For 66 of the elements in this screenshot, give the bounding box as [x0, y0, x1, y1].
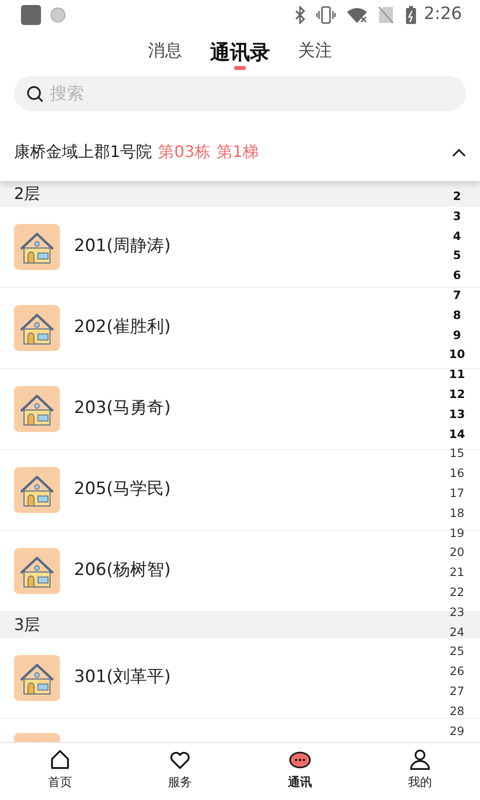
- index-letter[interactable]: 3: [452, 206, 461, 227]
- nav-tab[interactable]: 首页: [0, 743, 120, 800]
- search-field[interactable]: 搜索: [14, 76, 466, 111]
- community-name: 康桥金域上郡1号院: [14, 141, 152, 163]
- nav-tab[interactable]: 通讯: [240, 743, 360, 800]
- index-letter[interactable]: 11: [448, 365, 465, 385]
- index-letter[interactable]: 15: [450, 444, 464, 464]
- house-icon: [14, 655, 60, 701]
- index-letter[interactable]: 18: [450, 504, 464, 524]
- house-icon: [14, 548, 60, 594]
- tab[interactable]: 关注: [294, 36, 336, 68]
- room-row[interactable]: 301(刘革平): [0, 638, 436, 718]
- index-letter[interactable]: 26: [450, 662, 464, 682]
- unit-label: 第1梯: [216, 141, 259, 163]
- index-letter[interactable]: 6: [452, 266, 461, 286]
- house-icon: [14, 386, 60, 432]
- index-letter[interactable]: 20: [450, 543, 464, 564]
- app-icon: [20, 4, 42, 26]
- chat-bubble-icon: [289, 749, 311, 771]
- room-row[interactable]: 206(杨树智): [0, 531, 436, 611]
- index-letter[interactable]: 29: [450, 722, 464, 742]
- floor-header: 3层: [14, 615, 40, 634]
- index-letter[interactable]: 19: [450, 524, 464, 544]
- app-icon: [50, 7, 66, 23]
- index-letter[interactable]: 14: [448, 424, 465, 444]
- building-label: 第03栋: [158, 141, 211, 163]
- index-letter[interactable]: 4: [452, 226, 461, 246]
- room-row[interactable]: 205(马学民): [0, 450, 436, 530]
- index-letter[interactable]: 27: [450, 682, 464, 702]
- index-letter[interactable]: 5: [452, 246, 461, 266]
- house-icon: [14, 224, 60, 270]
- nav-tab[interactable]: 服务: [120, 743, 240, 800]
- home-icon: [49, 749, 71, 771]
- bluetooth-icon: [294, 6, 306, 24]
- chevron-icon[interactable]: [452, 148, 466, 156]
- nav-tab[interactable]: 我的: [360, 743, 480, 800]
- house-icon: [14, 305, 60, 351]
- battery-icon: [406, 6, 416, 24]
- index-letter[interactable]: 13: [448, 404, 465, 425]
- index-letter[interactable]: 28: [450, 702, 464, 722]
- person-icon: [409, 749, 431, 771]
- index-letter[interactable]: 9: [452, 326, 461, 346]
- index-letter[interactable]: 21: [450, 563, 464, 583]
- index-letter[interactable]: 24: [450, 622, 464, 642]
- index-letter[interactable]: 8: [452, 306, 461, 326]
- index-letter[interactable]: 10: [448, 345, 465, 366]
- floor-header: 2层: [14, 184, 40, 203]
- index-letter[interactable]: 16: [450, 464, 464, 484]
- room-row[interactable]: 201(周静涛): [0, 207, 436, 287]
- room-row[interactable]: 202(崔胜利): [0, 288, 436, 368]
- index-letter[interactable]: 17: [450, 484, 464, 504]
- index-letter[interactable]: 2: [452, 187, 461, 207]
- wifi-icon: [346, 6, 368, 24]
- heart-icon: [169, 749, 191, 771]
- tab[interactable]: 通讯录: [206, 36, 274, 68]
- house-icon: [14, 467, 60, 513]
- no-sim-icon: [378, 6, 394, 24]
- tab[interactable]: 消息: [144, 36, 186, 68]
- index-letter[interactable]: 7: [452, 286, 461, 306]
- vibrate-icon: [316, 6, 336, 24]
- index-letter[interactable]: 23: [450, 602, 464, 623]
- index-letter[interactable]: 22: [450, 582, 464, 603]
- room-row[interactable]: 203(马勇奇): [0, 369, 436, 449]
- index-letter[interactable]: 25: [450, 642, 464, 662]
- index-letter[interactable]: 12: [448, 384, 465, 405]
- clock-text: 2:26: [424, 3, 462, 26]
